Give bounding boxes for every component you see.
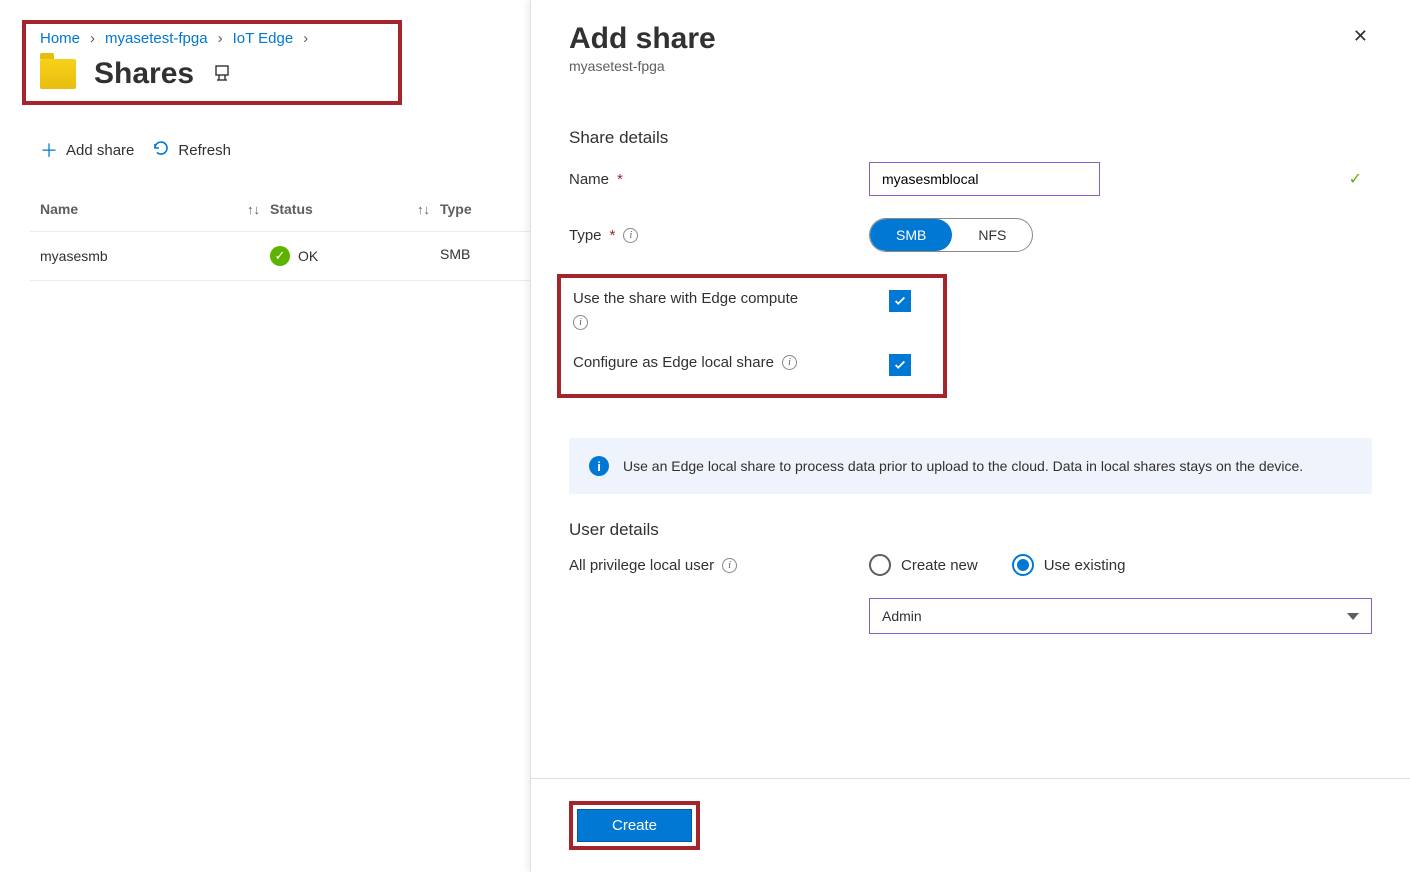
edge-compute-checkbox[interactable]: [889, 290, 911, 312]
user-select-value: Admin: [882, 608, 922, 624]
edge-options-highlight: Use the share with Edge compute i Config…: [557, 274, 947, 398]
col-type-header[interactable]: Type: [440, 201, 472, 217]
add-share-panel: Add share myasetest-fpga ✕ Share details…: [530, 0, 1410, 872]
close-icon[interactable]: ✕: [1349, 22, 1372, 51]
breadcrumb: Home › myasetest-fpga › IoT Edge ›: [40, 30, 384, 47]
ok-icon: ✓: [270, 246, 290, 266]
edge-compute-label: Use the share with Edge compute: [573, 290, 798, 307]
required-icon: *: [610, 227, 616, 244]
info-banner-text: Use an Edge local share to process data …: [623, 456, 1303, 476]
type-option-smb[interactable]: SMB: [870, 219, 952, 251]
local-share-checkbox[interactable]: [889, 354, 911, 376]
info-icon[interactable]: i: [623, 228, 638, 243]
radio-existing-label: Use existing: [1044, 557, 1126, 574]
plus-icon: ＋: [40, 137, 58, 163]
panel-title: Add share: [569, 22, 716, 56]
chevron-right-icon: ›: [218, 30, 223, 47]
required-icon: *: [617, 171, 623, 188]
row-status: OK: [298, 248, 318, 264]
table-row[interactable]: myasesmb ✓ OK SMB: [30, 232, 530, 281]
row-name: myasesmb: [40, 248, 108, 264]
breadcrumb-home[interactable]: Home: [40, 30, 80, 47]
info-banner: i Use an Edge local share to process dat…: [569, 438, 1372, 494]
user-select[interactable]: Admin: [869, 598, 1372, 634]
row-type: SMB: [440, 246, 470, 262]
type-option-nfs[interactable]: NFS: [952, 219, 1032, 251]
type-segmented[interactable]: SMB NFS: [869, 218, 1033, 252]
refresh-label: Refresh: [178, 142, 231, 159]
radio-create-new[interactable]: Create new: [869, 554, 978, 576]
chevron-right-icon: ›: [303, 30, 308, 47]
radio-icon: [869, 554, 891, 576]
user-details-heading: User details: [569, 520, 1372, 540]
info-banner-icon: i: [589, 456, 609, 476]
info-icon[interactable]: i: [782, 355, 797, 370]
refresh-button[interactable]: Refresh: [152, 137, 231, 163]
breadcrumb-section[interactable]: IoT Edge: [233, 30, 294, 47]
info-icon[interactable]: i: [573, 315, 588, 330]
type-label: Type: [569, 227, 602, 244]
name-label: Name: [569, 171, 609, 188]
create-highlight: Create: [569, 801, 700, 850]
radio-create-label: Create new: [901, 557, 978, 574]
chevron-right-icon: ›: [90, 30, 95, 47]
radio-icon: [1012, 554, 1034, 576]
add-share-label: Add share: [66, 142, 134, 159]
col-status-header[interactable]: Status: [270, 201, 313, 217]
sort-icon[interactable]: ↑↓: [417, 202, 440, 217]
user-label: All privilege local user: [569, 557, 714, 574]
create-button[interactable]: Create: [577, 809, 692, 842]
folder-icon: [40, 59, 76, 89]
radio-use-existing[interactable]: Use existing: [1012, 554, 1126, 576]
chevron-down-icon: [1347, 613, 1359, 620]
table-header: Name↑↓ Status↑↓ Type: [30, 187, 530, 232]
refresh-icon: [152, 139, 170, 161]
check-icon: ✓: [1349, 169, 1362, 189]
share-details-heading: Share details: [569, 128, 1372, 148]
breadcrumb-resource[interactable]: myasetest-fpga: [105, 30, 208, 47]
panel-subtitle: myasetest-fpga: [569, 58, 716, 74]
sort-icon[interactable]: ↑↓: [247, 202, 270, 217]
local-share-label: Configure as Edge local share: [573, 354, 774, 371]
toolbar: ＋ Add share Refresh: [0, 115, 530, 177]
pin-icon[interactable]: [212, 63, 232, 86]
page-title: Shares: [94, 57, 194, 91]
name-input[interactable]: [869, 162, 1100, 196]
info-icon[interactable]: i: [722, 558, 737, 573]
shares-table: Name↑↓ Status↑↓ Type myasesmb ✓ OK SMB: [30, 187, 530, 281]
header-highlight: Home › myasetest-fpga › IoT Edge › Share…: [22, 20, 402, 105]
add-share-button[interactable]: ＋ Add share: [40, 137, 134, 163]
col-name-header[interactable]: Name: [40, 201, 78, 217]
